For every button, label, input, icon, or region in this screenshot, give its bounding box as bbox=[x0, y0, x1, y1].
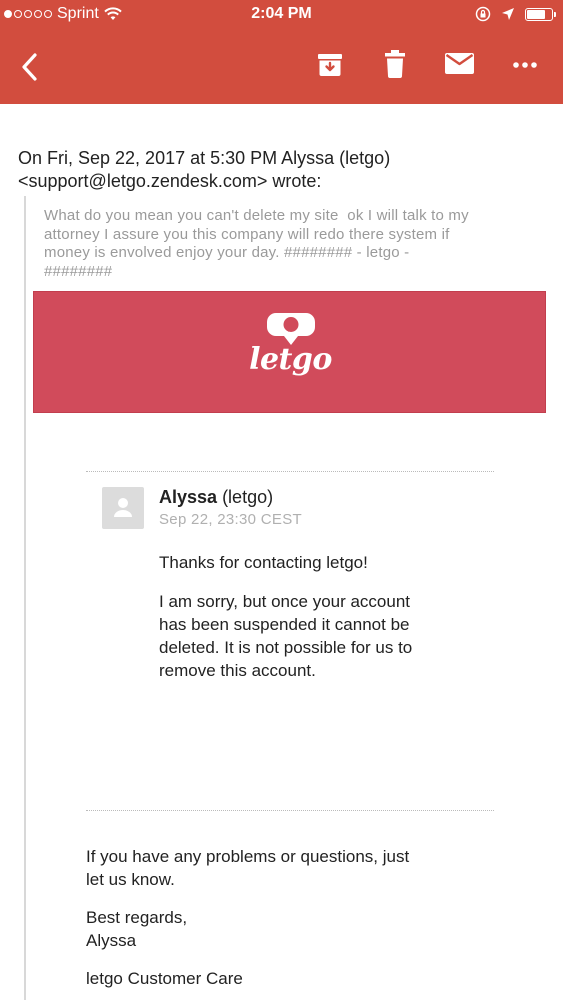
message-line: remove this account. bbox=[159, 661, 316, 680]
back-chevron-icon[interactable] bbox=[20, 52, 38, 82]
signature-name: Alyssa bbox=[86, 931, 137, 950]
sender-org: (letgo) bbox=[222, 487, 274, 507]
quote-bar bbox=[24, 196, 26, 1000]
letgo-logo-text: letgo bbox=[249, 342, 332, 377]
status-bar: Sprint 2:04 PM bbox=[0, 0, 563, 30]
letgo-banner: letgo bbox=[33, 291, 546, 413]
app-header: Sprint 2:04 PM bbox=[0, 0, 563, 104]
message-line: has been suspended it cannot be bbox=[159, 615, 410, 634]
divider bbox=[86, 471, 494, 472]
email-toolbar bbox=[0, 30, 563, 104]
message-para1: Thanks for contacting letgo! bbox=[159, 553, 368, 572]
signoff: Best regards, Alyssa bbox=[86, 906, 187, 952]
regards-text: Best regards, bbox=[86, 908, 188, 927]
rotation-lock-icon bbox=[475, 6, 491, 22]
more-icon[interactable] bbox=[513, 62, 537, 68]
sender-first-name: Alyssa bbox=[159, 487, 218, 507]
footer-line: If you have any problems or questions, j… bbox=[86, 847, 410, 866]
battery-icon bbox=[525, 7, 556, 21]
status-right-icons bbox=[475, 6, 556, 22]
location-icon bbox=[502, 8, 514, 20]
person-icon bbox=[114, 498, 132, 517]
reply-header: On Fri, Sep 22, 2017 at 5:30 PM Alyssa (… bbox=[18, 147, 390, 193]
message-line: I am sorry, but once your account bbox=[159, 592, 411, 611]
message-line: deleted. It is not possible for us to bbox=[159, 638, 413, 657]
reply-header-line1: On Fri, Sep 22, 2017 at 5:30 PM Alyssa (… bbox=[18, 148, 391, 168]
message-para2: I am sorry, but once your account has be… bbox=[159, 590, 412, 682]
footer-text: If you have any problems or questions, j… bbox=[86, 845, 409, 891]
team-name: letgo Customer Care bbox=[86, 969, 243, 988]
quoted-line: money is envolved enjoy your day. ######… bbox=[44, 244, 410, 261]
sender-name: Alyssa (letgo) bbox=[159, 487, 273, 508]
trash-icon[interactable] bbox=[385, 50, 405, 78]
quoted-line: What do you mean you can't delete my sit… bbox=[44, 207, 469, 224]
quoted-text: What do you mean you can't delete my sit… bbox=[44, 207, 544, 281]
avatar bbox=[102, 487, 144, 529]
message-date: Sep 22, 23:30 CEST bbox=[159, 511, 302, 528]
envelope-icon[interactable] bbox=[445, 53, 474, 74]
quoted-line: ######## bbox=[44, 262, 113, 280]
quoted-line: attorney I assure you this company will … bbox=[44, 225, 450, 243]
reply-header-line2: <support@letgo.zendesk.com> wrote: bbox=[18, 171, 322, 191]
divider bbox=[86, 810, 494, 811]
archive-icon[interactable] bbox=[317, 52, 343, 78]
footer-line: let us know. bbox=[86, 870, 175, 889]
